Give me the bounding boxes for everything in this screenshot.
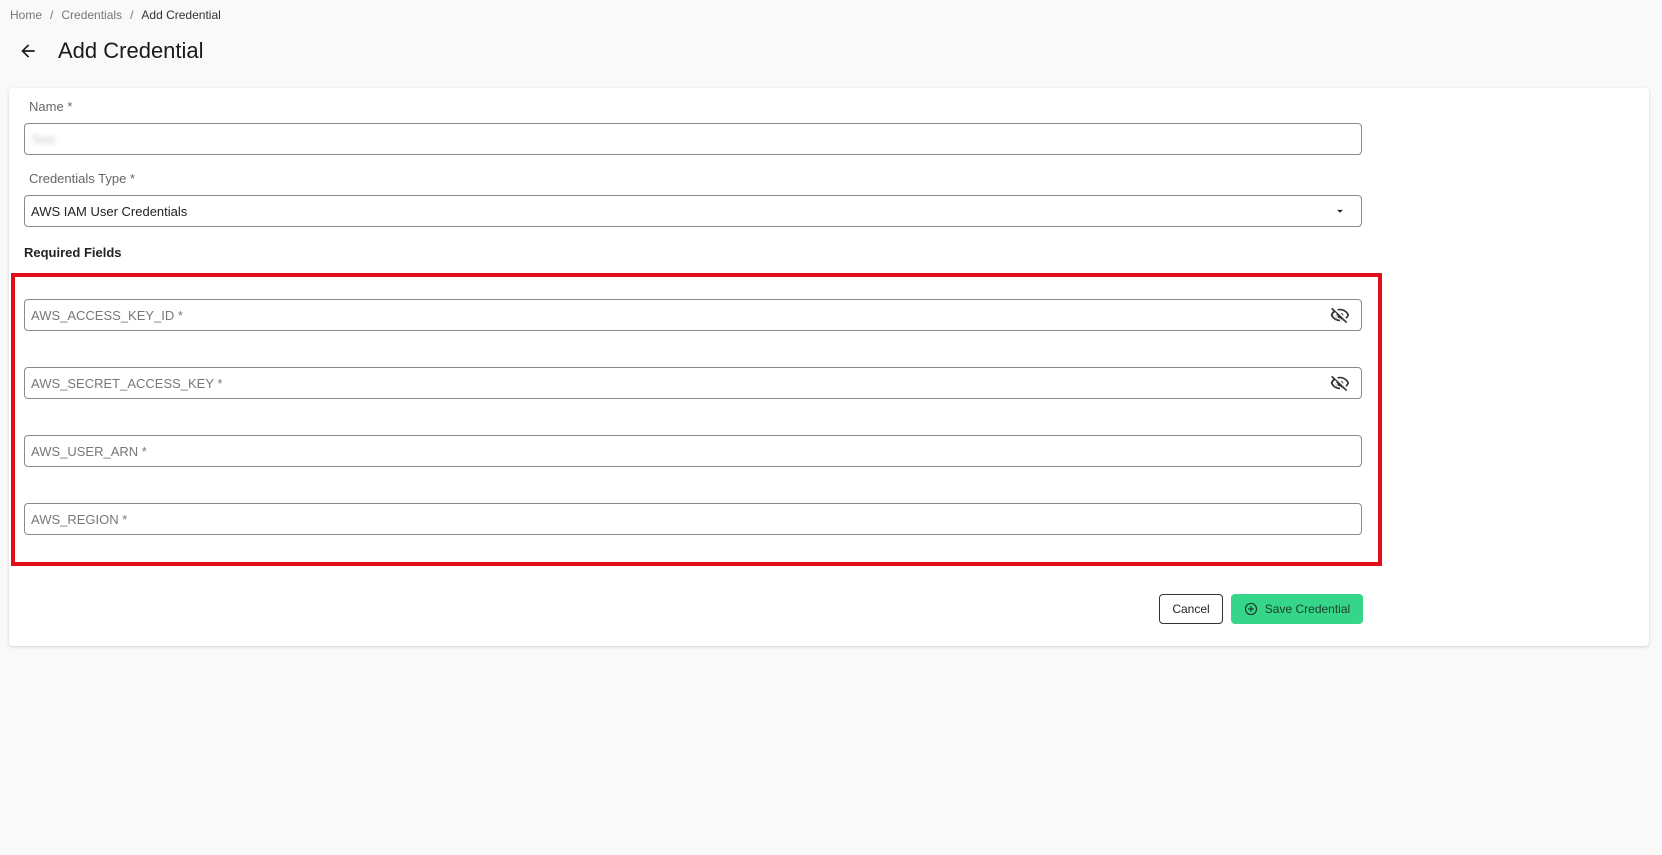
credential-form-card: Name * Test Credentials Type * AWS IAM U… [9,88,1649,646]
aws-access-key-id-input[interactable]: AWS_ACCESS_KEY_ID * [24,299,1362,331]
aws-region-input[interactable]: AWS_REGION * [24,503,1362,535]
breadcrumb-home[interactable]: Home [10,8,42,22]
breadcrumb-current: Add Credential [141,8,221,22]
page-title: Add Credential [58,38,204,63]
aws-region-placeholder: AWS_REGION * [31,511,128,527]
aws-user-arn-placeholder: AWS_USER_ARN * [31,443,147,459]
breadcrumb-separator: / [130,8,134,22]
breadcrumb-credentials[interactable]: Credentials [61,8,122,22]
cancel-button[interactable]: Cancel [1159,594,1223,624]
save-credential-button[interactable]: Save Credential [1231,594,1363,624]
name-input-value: Test [31,131,55,147]
aws-access-key-id-placeholder: AWS_ACCESS_KEY_ID * [31,307,183,323]
page-header: Add Credential [16,38,204,64]
aws-secret-access-key-input[interactable]: AWS_SECRET_ACCESS_KEY * [24,367,1362,399]
back-button[interactable] [16,39,40,63]
arrow-left-icon [21,44,35,58]
credentials-type-value: AWS IAM User Credentials [31,203,188,219]
breadcrumb: Home / Credentials / Add Credential [10,8,221,22]
aws-user-arn-input[interactable]: AWS_USER_ARN * [24,435,1362,467]
caret-down-icon[interactable] [1329,200,1351,222]
name-input[interactable]: Test [24,123,1362,155]
plus-circle-icon [1244,602,1257,616]
eye-off-icon[interactable] [1329,372,1351,394]
aws-secret-access-key-placeholder: AWS_SECRET_ACCESS_KEY * [31,375,223,391]
name-label: Name * [29,99,73,114]
required-fields-title: Required Fields [24,245,122,260]
breadcrumb-separator: / [50,8,54,22]
eye-off-icon[interactable] [1329,304,1351,326]
save-credential-label: Save Credential [1264,602,1351,616]
credentials-type-select[interactable]: AWS IAM User Credentials [24,195,1362,227]
credentials-type-label: Credentials Type * [29,171,136,186]
